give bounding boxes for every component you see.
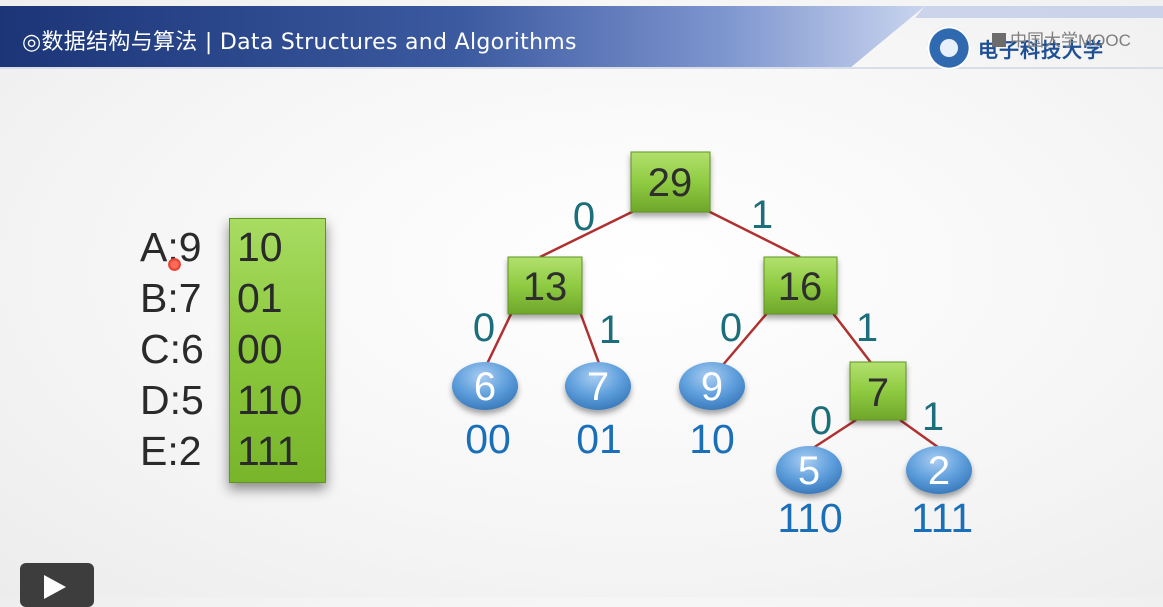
play-icon <box>44 575 66 599</box>
leaf-9-value: 9 <box>701 365 723 409</box>
leaf-6-value: 6 <box>474 365 496 409</box>
edge-label-right-leaf9: 0 <box>720 306 742 350</box>
leaf-2: 2 <box>906 446 972 494</box>
node-right-value: 16 <box>778 265 823 309</box>
code-label-leaf6: 00 <box>465 416 511 462</box>
edge-label-inner-leaf2: 1 <box>922 395 944 439</box>
leaf-5-value: 5 <box>798 449 820 493</box>
huffman-tree: 29 13 16 7 6 7 9 5 2 0 1 0 1 0 1 0 1 00 … <box>452 151 973 541</box>
node-right-inner: 7 <box>849 361 907 421</box>
node-right: 16 <box>763 256 838 315</box>
node-right-inner-value: 7 <box>867 371 889 415</box>
leaf-7: 7 <box>565 362 631 410</box>
edge-label-right-inner: 1 <box>856 306 878 350</box>
edge-label-root-left: 0 <box>573 195 595 239</box>
leaf-5: 5 <box>776 446 842 494</box>
leaf-9: 9 <box>679 362 745 410</box>
node-root-value: 29 <box>648 161 693 205</box>
leaf-7-value: 7 <box>587 365 609 409</box>
leaf-2-value: 2 <box>928 449 950 493</box>
play-button[interactable] <box>20 563 94 607</box>
leaf-6: 6 <box>452 362 518 410</box>
edge-label-left-leaf6: 0 <box>473 306 495 350</box>
edge-label-root-right: 1 <box>751 193 773 237</box>
code-label-leaf2: 111 <box>911 495 973 541</box>
code-label-leaf5: 110 <box>777 495 842 541</box>
edge-label-inner-leaf5: 0 <box>810 399 832 443</box>
node-root: 29 <box>630 151 711 213</box>
code-label-leaf7: 01 <box>576 416 622 462</box>
node-left-value: 13 <box>523 265 568 309</box>
code-label-leaf9: 10 <box>689 416 735 462</box>
edge-left-leaf7 <box>578 311 602 367</box>
node-left: 13 <box>507 256 583 315</box>
edge-label-left-leaf7: 1 <box>599 308 621 352</box>
